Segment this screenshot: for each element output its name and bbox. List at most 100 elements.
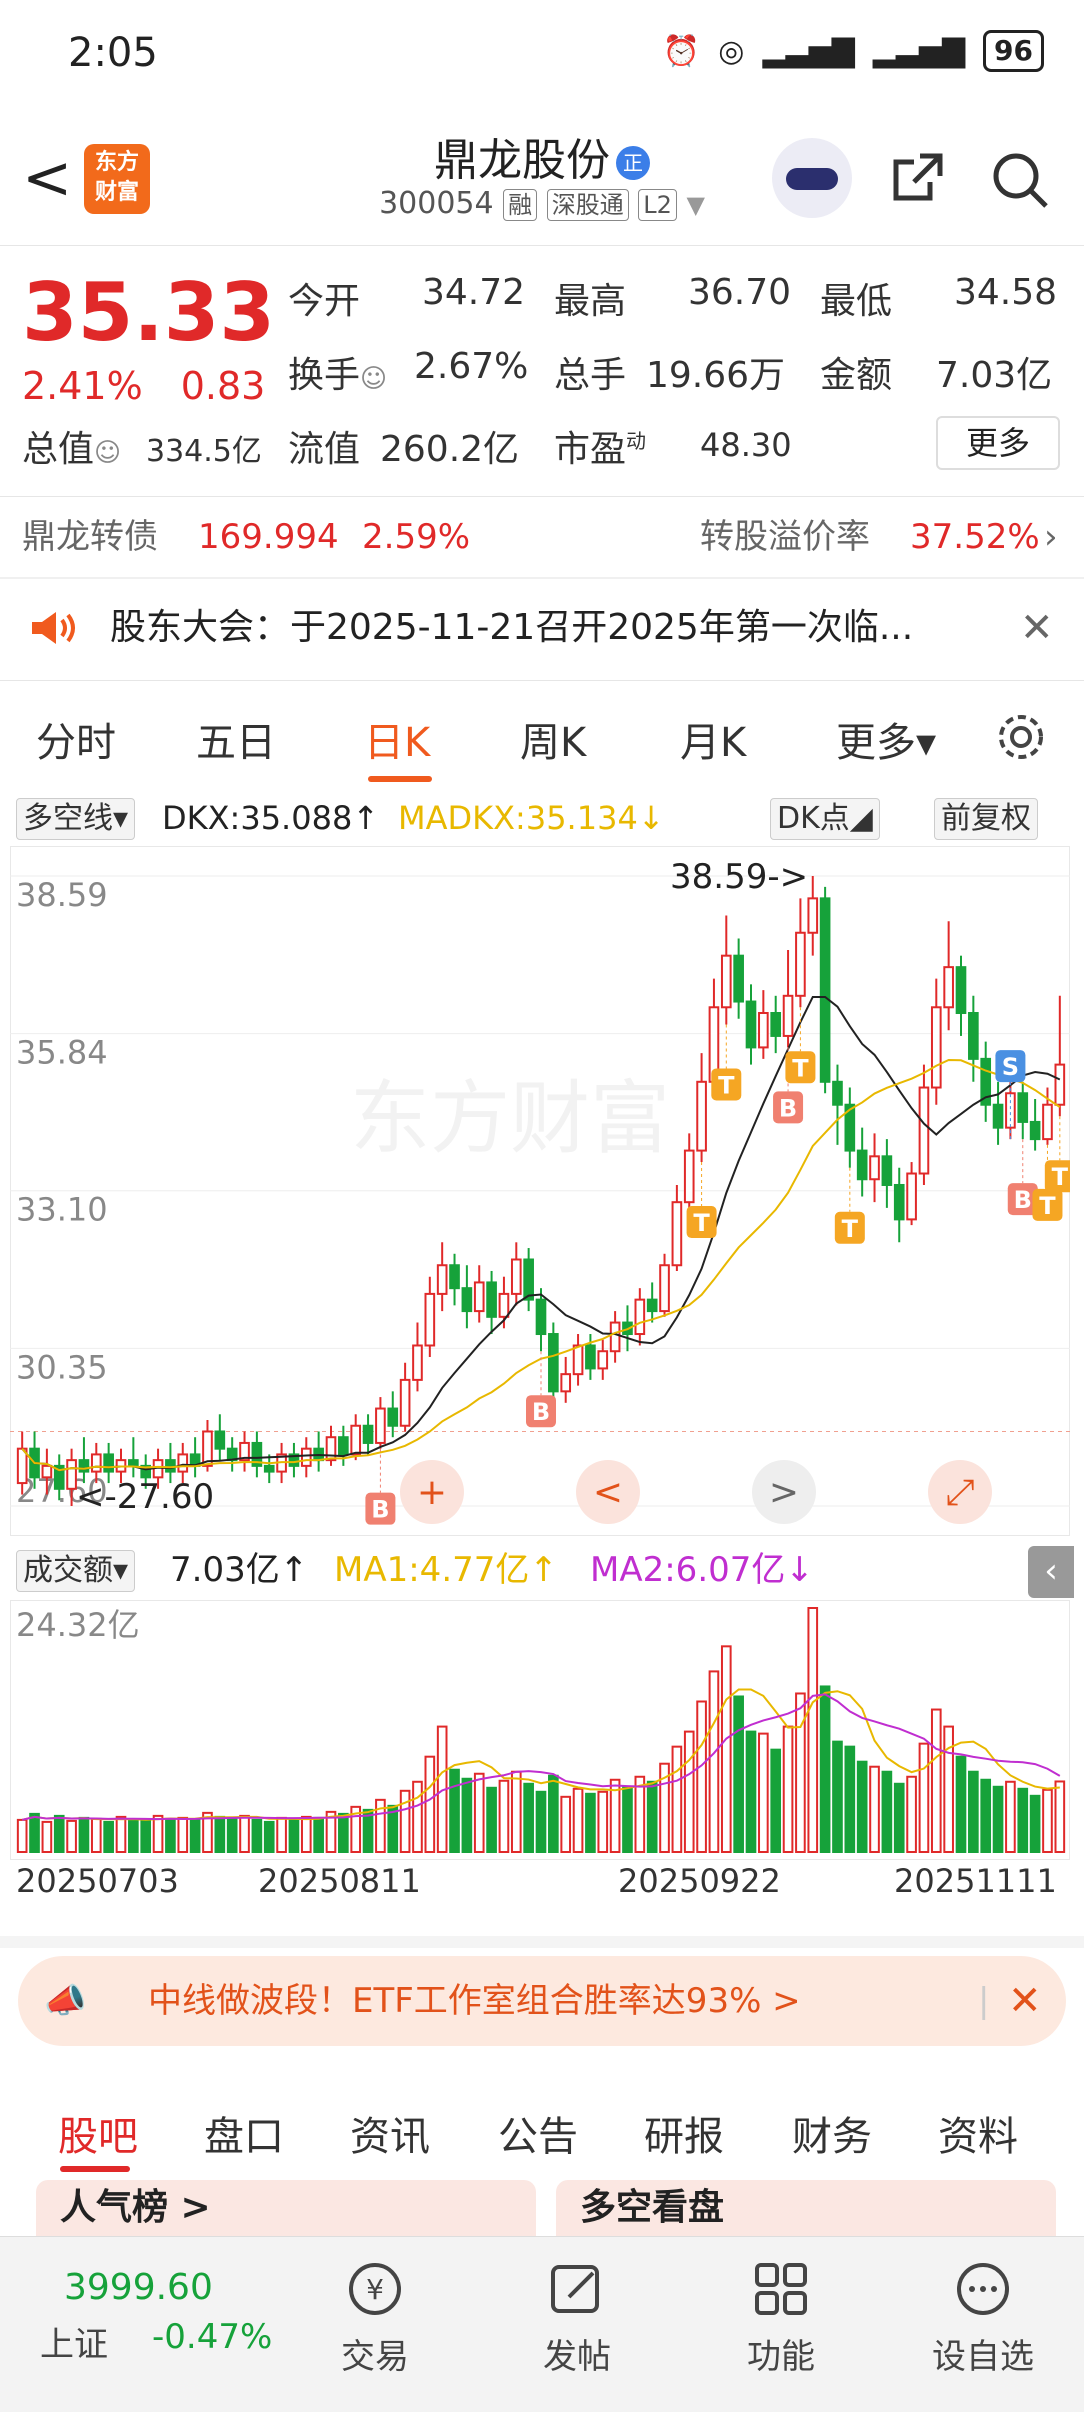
- candle-body: [177, 1453, 189, 1473]
- y-tick-label: 30.35: [16, 1348, 108, 1386]
- tab-weekly-k[interactable]: 周K: [520, 710, 586, 768]
- candle-body: [90, 1453, 102, 1473]
- close-icon[interactable]: ✕: [1020, 578, 1054, 678]
- candle-body: [881, 1155, 893, 1186]
- candle-body: [585, 1344, 596, 1370]
- candle-body: [78, 1459, 90, 1473]
- status-time: 2:05: [68, 30, 158, 76]
- volume-bar: [288, 1817, 300, 1853]
- popularity-card[interactable]: 人气榜 >: [36, 2180, 536, 2236]
- candle-body: [856, 1149, 868, 1181]
- bottom-nav: 3999.60 上证 -0.47% ¥ 交易 发帖 功能 设自选: [0, 2236, 1084, 2412]
- candle-body: [968, 1012, 979, 1060]
- tab-pankou[interactable]: 盘口: [204, 2104, 284, 2162]
- search-icon[interactable]: [990, 150, 1050, 210]
- candle-body: [869, 1155, 880, 1181]
- volume-bar: [770, 1748, 782, 1853]
- tab-profile[interactable]: 资料: [938, 2104, 1018, 2162]
- info-icon[interactable]: ☺: [94, 438, 121, 468]
- candle-body: [473, 1281, 485, 1313]
- low-marker: <-27.60: [76, 1477, 214, 1517]
- candle-body: [992, 1103, 1004, 1129]
- amount-label: 金额: [820, 355, 893, 396]
- bull-bear-card[interactable]: 多空看盘: [556, 2180, 1056, 2236]
- candle-body: [325, 1436, 337, 1462]
- candle-body: [671, 1201, 683, 1267]
- volume-ma2: MA2:6.07亿↓: [590, 1550, 814, 1590]
- volume-bar: [251, 1818, 263, 1853]
- volume-bar: [177, 1816, 189, 1853]
- candle-body: [350, 1424, 362, 1456]
- tab-monthly-k[interactable]: 月K: [680, 710, 746, 768]
- nav-post[interactable]: 发帖: [502, 2249, 652, 2378]
- candle-body: [523, 1258, 534, 1301]
- assistant-avatar-icon[interactable]: [772, 138, 852, 218]
- volume-bar: [782, 1725, 794, 1853]
- volume-bar: [955, 1755, 967, 1853]
- open-value: 34.72: [422, 272, 526, 313]
- volume-select[interactable]: 成交额▾: [16, 1550, 136, 1592]
- volume-bar: [338, 1812, 349, 1853]
- indicator-select[interactable]: 多空线▾: [16, 798, 136, 840]
- active-tab-indicator: [60, 2166, 130, 2172]
- candle-body: [943, 966, 954, 1009]
- notice-text: 股东大会：于2025-11-21召开2025年第一次临...: [110, 607, 914, 648]
- tab-guba[interactable]: 股吧: [58, 2104, 138, 2162]
- nav-trade[interactable]: ¥ 交易: [300, 2249, 450, 2378]
- dkx-value: DKX:35.088↑: [162, 799, 380, 837]
- volume-bar: [449, 1768, 460, 1854]
- candle-body: [338, 1436, 349, 1456]
- candle-body: [918, 1086, 930, 1175]
- share-icon[interactable]: [890, 150, 946, 206]
- convertible-bond-row[interactable]: 鼎龙转债 169.994 2.59% 转股溢价率 37.52% ›: [0, 497, 1084, 577]
- volume-bar: [1017, 1787, 1029, 1854]
- candlestick-chart[interactable]: 38.5935.8433.1030.3527.60东方财富BBTTBTTSB TT…: [10, 846, 1070, 1536]
- nav-functions[interactable]: 功能: [706, 2249, 856, 2378]
- candle-body: [832, 1080, 843, 1106]
- index-value[interactable]: 3999.60: [64, 2267, 213, 2308]
- volume-bar: [758, 1732, 769, 1854]
- candle-body: [263, 1464, 275, 1473]
- volume-bar: [930, 1708, 942, 1853]
- hotspot-icon: ◎: [718, 33, 745, 69]
- candle-body: [461, 1287, 473, 1313]
- adjust-button[interactable]: 前复权: [934, 798, 1038, 840]
- fullscreen-button-label: ⤢: [946, 1472, 975, 1513]
- promo-banner[interactable]: 📣 中线做波段！ETF工作室组合胜率达93% > | ✕: [18, 1956, 1066, 2046]
- notice-bar[interactable]: 股东大会：于2025-11-21召开2025年第一次临... ✕: [0, 578, 1084, 678]
- volume-bar: [523, 1782, 534, 1854]
- collapse-icon[interactable]: ‹: [1028, 1546, 1074, 1598]
- turnover-label: 换手☺: [288, 355, 388, 396]
- tab-daily-k[interactable]: 日K: [364, 710, 430, 768]
- close-icon[interactable]: ✕: [1008, 1956, 1042, 2046]
- signal-2-icon: ▂▃▅▇: [872, 33, 966, 69]
- gear-icon[interactable]: [994, 710, 1048, 764]
- volume-bar: [906, 1775, 917, 1854]
- banner-separator: |: [978, 1981, 990, 2021]
- candle-body: [930, 1006, 942, 1089]
- mktcap-value: 334.5亿: [146, 434, 262, 469]
- volume-bar: [832, 1740, 843, 1853]
- more-button[interactable]: 更多: [936, 416, 1060, 470]
- tab-research[interactable]: 研报: [644, 2104, 724, 2162]
- tab-intraday[interactable]: 分时: [36, 710, 116, 768]
- volume-bar: [683, 1730, 695, 1854]
- signal-label: B: [779, 1094, 797, 1122]
- y-tick-label: 38.59: [16, 876, 108, 914]
- dk-point-button[interactable]: DK点◢: [770, 798, 880, 840]
- more-dots-icon: [908, 2249, 1058, 2329]
- candle-body: [16, 1447, 28, 1485]
- info-icon[interactable]: ☺: [360, 364, 387, 394]
- tab-5day[interactable]: 五日: [196, 710, 276, 768]
- signal-label: T: [842, 1215, 859, 1243]
- tab-more[interactable]: 更多▾: [836, 710, 936, 768]
- candle-body: [165, 1459, 176, 1473]
- banner-text: 中线做波段！ETF工作室组合胜率达93% >: [148, 1981, 801, 2021]
- tab-news[interactable]: 资讯: [350, 2104, 430, 2162]
- nav-watchlist[interactable]: 设自选: [908, 2249, 1058, 2378]
- tab-finance[interactable]: 财务: [792, 2104, 872, 2162]
- volume-bar: [622, 1785, 633, 1853]
- signal-label: T: [718, 1071, 735, 1099]
- date-tick: 20250922: [618, 1862, 781, 1900]
- tab-announcements[interactable]: 公告: [498, 2104, 578, 2162]
